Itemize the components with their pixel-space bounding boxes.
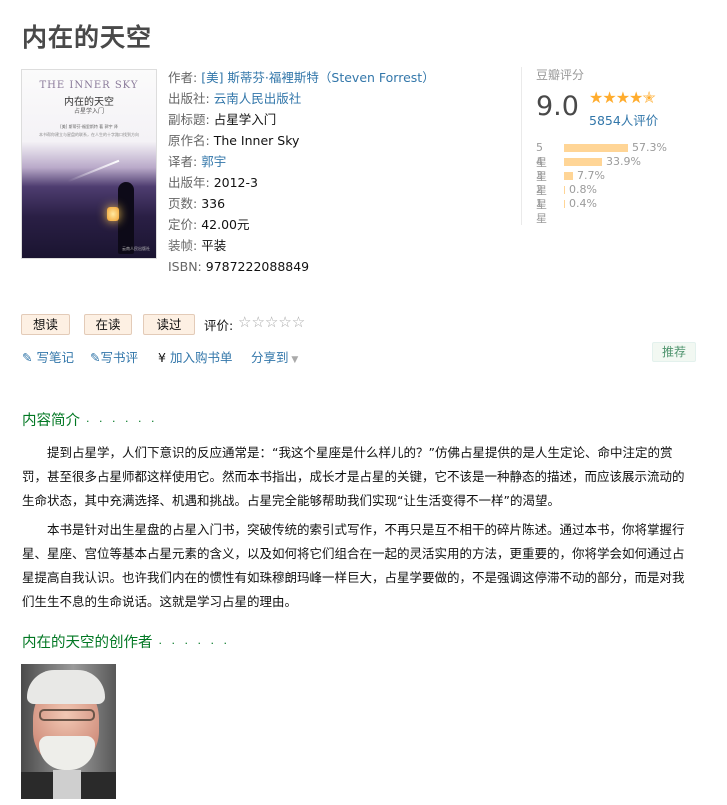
info-author-label: 作者:: [168, 70, 198, 85]
book-cover-image[interactable]: THE INNER SKY 内在的天空 占星学入门 [美] 斯蒂芬·福里斯特 著…: [21, 69, 157, 259]
rating-count-link[interactable]: 5854人评价: [589, 110, 658, 129]
cover-lantern: [107, 207, 119, 221]
info-isbn-label: ISBN:: [168, 259, 202, 274]
rating-full-stars: ★★★★: [589, 88, 643, 107]
rating-bar-fill: [564, 144, 628, 152]
intro-title-dots: · · · · · ·: [86, 415, 158, 428]
info-isbn-row: ISBN: 9787222088849: [168, 256, 435, 277]
info-binding-label: 装帧:: [168, 238, 198, 253]
author-photo[interactable]: [21, 664, 116, 799]
info-original-label: 原作名:: [168, 133, 210, 148]
rating-bar-fill: [564, 186, 565, 194]
cover-title-en: THE INNER SKY: [39, 80, 139, 91]
rating-bar-fill: [564, 158, 602, 166]
photo-glasses: [39, 709, 95, 721]
rating-bar-percent: 33.9%: [606, 155, 641, 168]
add-to-cart-link[interactable]: ¥ 加入购书单: [158, 347, 232, 366]
rating-panel: 豆瓣评分 9.0 ★★★★✭ 5854人评价 5星 57.3% 4星 33.9% 3星 7…: [536, 66, 716, 225]
add-to-cart-label: 加入购书单: [169, 350, 233, 365]
info-author-row: 作者: [美] 斯蒂芬·福裡斯特（Steven Forrest）: [168, 67, 435, 88]
rating-bar-percent: 7.7%: [577, 169, 605, 182]
have-read-button[interactable]: 读过: [143, 314, 195, 335]
info-translator-row: 译者: 郭宇: [168, 151, 435, 172]
page-title: 内在的天空: [22, 23, 153, 52]
share-label: 分享到: [251, 350, 289, 365]
rating-bar-label: 1星: [536, 197, 547, 225]
book-info: 作者: [美] 斯蒂芬·福裡斯特（Steven Forrest） 出版社: 云南…: [168, 67, 435, 277]
rating-score: 9.0: [536, 91, 579, 122]
info-subtitle-label: 副标题:: [168, 112, 210, 127]
translator-link[interactable]: 郭宇: [201, 154, 226, 169]
pencil-icon: ✎: [90, 350, 101, 365]
pencil-icon: ✎: [22, 350, 33, 365]
info-pages-label: 页数:: [168, 196, 198, 211]
info-binding-value: 平装: [201, 238, 227, 253]
intro-title-text: 内容简介: [22, 413, 80, 429]
cover-author-line: [美] 斯蒂芬·福里斯特 著 郭宇 译: [60, 124, 118, 129]
want-to-read-button[interactable]: 想读: [21, 314, 70, 335]
rating-bar-percent: 57.3%: [632, 141, 667, 154]
author-title-dots: · · · · · ·: [158, 637, 230, 650]
recommend-button[interactable]: 推荐: [652, 342, 696, 362]
reading-button[interactable]: 在读: [84, 314, 132, 335]
photo-beard: [39, 736, 95, 770]
write-note-link[interactable]: ✎ 写笔记: [22, 347, 74, 366]
info-price-label: 定价:: [168, 217, 198, 232]
info-original-value: The Inner Sky: [213, 133, 300, 148]
yen-icon: ¥: [158, 350, 166, 365]
info-publisher-label: 出版社:: [168, 91, 210, 106]
rating-divider: [521, 67, 522, 225]
cover-description: 本书帮你建立与星盘的联系，在人生的十字路口找到方向: [39, 132, 139, 137]
intro-paragraph-2: 本书是针对出生星盘的占星入门书，突破传统的索引式写作，不再只是互不相干的碎片陈述…: [22, 522, 685, 609]
info-binding-row: 装帧: 平装: [168, 235, 435, 256]
chevron-down-icon: ▼: [288, 355, 299, 365]
publisher-link[interactable]: 云南人民出版社: [214, 91, 302, 106]
info-subtitle-value: 占星学入门: [213, 112, 277, 127]
info-isbn-value: 9787222088849: [205, 259, 310, 274]
info-pages-value: 336: [201, 196, 226, 211]
info-year-label: 出版年:: [168, 175, 210, 190]
intro-section-title: 内容简介 · · · · · ·: [22, 409, 157, 430]
rating-bar-fill: [564, 172, 573, 180]
cover-subtitle: 占星学入门: [73, 108, 104, 115]
info-year-value: 2012-3: [213, 175, 258, 190]
info-translator-label: 译者:: [168, 154, 198, 169]
write-review-label: 写书评: [100, 350, 138, 365]
author-section-title: 内在的天空的创作者 · · · · · ·: [22, 631, 230, 652]
cover-publisher-mark: 云南人民出版社: [122, 246, 150, 251]
half-star-icon: ✭: [642, 88, 655, 107]
info-pages-row: 页数: 336: [168, 193, 435, 214]
photo-hair: [27, 670, 105, 704]
write-review-link[interactable]: ✎写书评: [90, 347, 138, 366]
info-year-row: 出版年: 2012-3: [168, 172, 435, 193]
info-publisher-row: 出版社: 云南人民出版社: [168, 88, 435, 109]
rating-bar-percent: 0.4%: [569, 197, 597, 210]
write-note-label: 写笔记: [36, 350, 74, 365]
share-dropdown[interactable]: 分享到 ▼: [251, 347, 298, 366]
info-price-row: 定价: 42.00元: [168, 214, 435, 235]
rating-stars-icon: ★★★★✭: [589, 88, 656, 107]
cover-figure: [118, 182, 134, 254]
author-link[interactable]: [美] 斯蒂芬·福裡斯特（Steven Forrest）: [201, 70, 435, 85]
rating-bar-percent: 0.8%: [569, 183, 597, 196]
intro-paragraph-1: 提到占星学，人们下意识的反应通常是：“我这个星座是什么样儿的？”仿佛占星提供的是…: [22, 445, 685, 508]
rate-label: 评价:: [204, 318, 234, 333]
info-subtitle-row: 副标题: 占星学入门: [168, 109, 435, 130]
rate-stars-input[interactable]: ☆☆☆☆☆: [238, 313, 305, 331]
cover-shooting-star: [67, 159, 120, 183]
info-price-value: 42.00元: [201, 217, 250, 232]
author-title-text: 内在的天空的创作者: [22, 635, 153, 651]
photo-collar: [53, 770, 81, 799]
info-original-row: 原作名: The Inner Sky: [168, 130, 435, 151]
rating-label: 豆瓣评分: [536, 68, 585, 82]
rating-bar-fill: [564, 200, 565, 208]
